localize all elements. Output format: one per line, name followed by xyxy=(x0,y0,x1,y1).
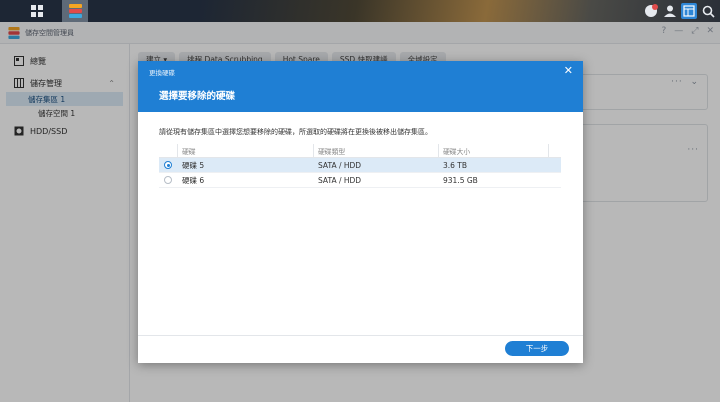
column-drive-size[interactable]: 硬碟大小 xyxy=(438,144,548,157)
drive-radio-selected[interactable] xyxy=(164,161,172,169)
chat-notification-icon[interactable] xyxy=(643,3,659,19)
dialog-footer: 下一步 xyxy=(138,335,583,363)
close-icon[interactable]: ✕ xyxy=(564,64,573,77)
desktop-wallpaper xyxy=(200,0,720,22)
storage-manager-taskbar-button[interactable] xyxy=(62,0,88,22)
widget-icon[interactable] xyxy=(681,3,697,19)
drive-name: 硬碟 5 xyxy=(182,160,205,170)
drive-type: SATA / HDD xyxy=(318,160,362,170)
drive-size: 931.5 GB xyxy=(443,175,478,185)
dialog-description: 請從現有儲存集區中選擇您想要移除的硬碟，所選取的硬碟將在更換後被移出儲存集區。 xyxy=(159,128,432,136)
column-drive-type[interactable]: 硬碟類型 xyxy=(313,144,438,157)
dialog-heading: 選擇要移除的硬碟 xyxy=(159,91,236,102)
table-row[interactable]: 硬碟 5 SATA / HDD 3.6 TB xyxy=(159,158,561,173)
drive-table: 硬碟 硬碟類型 硬碟大小 硬碟 5 SATA / HDD 3.6 TB 硬碟 6… xyxy=(159,144,561,188)
dialog-header: 更換硬碟 ✕ 選擇要移除的硬碟 xyxy=(138,61,583,112)
grid-icon xyxy=(31,5,43,17)
table-header: 硬碟 硬碟類型 硬碟大小 xyxy=(159,144,561,158)
taskbar-tray xyxy=(643,0,716,22)
storage-manager-icon xyxy=(68,4,82,18)
drive-name: 硬碟 6 xyxy=(182,175,205,185)
drive-radio[interactable] xyxy=(164,176,172,184)
dialog-window-title: 更換硬碟 xyxy=(149,69,175,77)
search-icon[interactable] xyxy=(700,3,716,19)
drive-size: 3.6 TB xyxy=(443,160,468,170)
column-drive[interactable]: 硬碟 xyxy=(177,144,313,157)
drive-type: SATA / HDD xyxy=(318,175,362,185)
user-icon[interactable] xyxy=(662,3,678,19)
next-button[interactable]: 下一步 xyxy=(505,341,569,356)
replace-drive-dialog: 更換硬碟 ✕ 選擇要移除的硬碟 請從現有儲存集區中選擇您想要移除的硬碟，所選取的… xyxy=(138,61,583,363)
taskbar xyxy=(0,0,720,22)
table-row[interactable]: 硬碟 6 SATA / HDD 931.5 GB xyxy=(159,173,561,188)
main-menu-button[interactable] xyxy=(24,0,50,22)
